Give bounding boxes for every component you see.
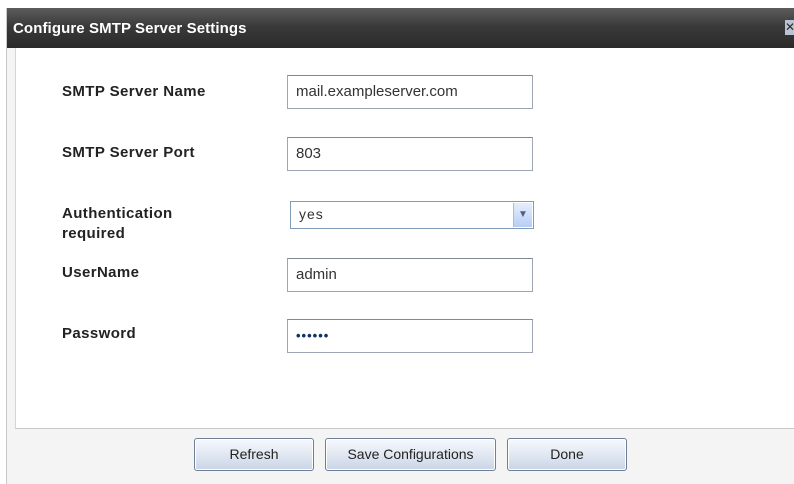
authentication-required-label: Authentication required bbox=[62, 204, 173, 244]
form-panel: SMTP Server Name mail.exampleserver.com … bbox=[15, 48, 794, 429]
username-input[interactable]: admin bbox=[287, 258, 533, 292]
password-masked-value: •••••• bbox=[296, 328, 330, 343]
smtp-server-port-input[interactable]: 803 bbox=[287, 137, 533, 171]
authentication-required-select[interactable]: yes ▼ bbox=[290, 201, 534, 229]
username-label: UserName bbox=[62, 264, 140, 281]
authentication-label-line2: required bbox=[62, 225, 126, 242]
smtp-server-name-label: SMTP Server Name bbox=[62, 83, 206, 100]
password-input[interactable]: •••••• bbox=[287, 319, 533, 353]
dialog-title: Configure SMTP Server Settings bbox=[13, 20, 247, 37]
close-icon[interactable]: ✕ bbox=[785, 20, 794, 35]
smtp-server-name-input[interactable]: mail.exampleserver.com bbox=[287, 75, 533, 109]
smtp-server-port-label: SMTP Server Port bbox=[62, 144, 195, 161]
smtp-settings-dialog: Configure SMTP Server Settings ✕ SMTP Se… bbox=[6, 8, 794, 484]
done-button[interactable]: Done bbox=[507, 438, 627, 471]
save-configurations-button[interactable]: Save Configurations bbox=[325, 438, 496, 471]
password-label: Password bbox=[62, 325, 137, 342]
refresh-button[interactable]: Refresh bbox=[194, 438, 314, 471]
chevron-down-icon[interactable]: ▼ bbox=[513, 203, 532, 227]
authentication-selected-value: yes bbox=[299, 206, 324, 222]
dialog-titlebar[interactable]: Configure SMTP Server Settings ✕ bbox=[7, 8, 794, 48]
authentication-label-line1: Authentication bbox=[62, 205, 173, 222]
